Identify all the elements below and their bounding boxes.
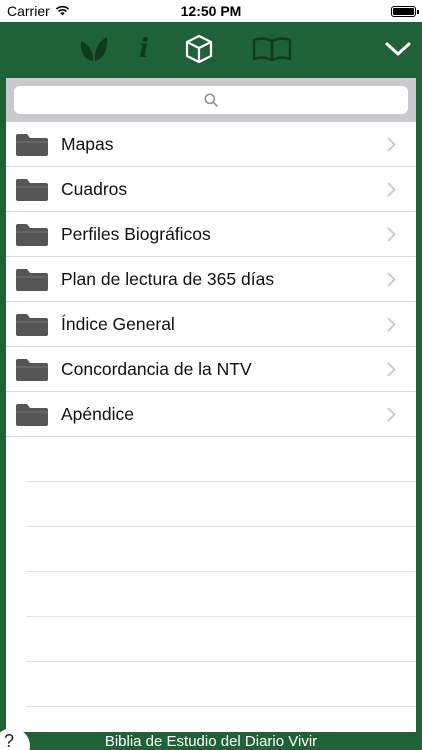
list-item-label: Cuadros <box>61 178 128 199</box>
search-icon <box>204 93 218 107</box>
status-right <box>391 5 419 17</box>
folder-icon <box>15 133 49 157</box>
battery-fill <box>393 7 414 15</box>
list-item[interactable]: Perfiles Biográficos <box>6 212 416 257</box>
list-item-label: Concordancia de la NTV <box>61 358 252 379</box>
list-item[interactable]: Índice General <box>6 302 416 347</box>
book-button[interactable] <box>251 32 293 66</box>
status-bar: Carrier 12:50 PM <box>0 0 422 22</box>
book-icon <box>252 37 292 62</box>
folder-icon <box>15 178 49 202</box>
toolbar: i <box>0 22 422 78</box>
list-item-label: Apéndice <box>61 403 134 424</box>
info-icon: i <box>139 34 149 64</box>
leaf-button[interactable] <box>78 32 110 66</box>
search-input[interactable] <box>14 86 408 114</box>
chevron-right-icon <box>387 227 396 242</box>
list-item[interactable]: Cuadros <box>6 167 416 212</box>
list-item-label: Índice General <box>61 313 175 334</box>
empty-row <box>26 572 416 617</box>
empty-row <box>26 662 416 707</box>
category-list: Mapas Cuadros Perfiles Biográficos Plan de … <box>6 122 416 437</box>
carrier-label: Carrier <box>7 3 50 19</box>
folder-icon <box>15 223 49 247</box>
empty-row <box>26 617 416 662</box>
search-bar <box>6 78 416 122</box>
wifi-icon <box>55 3 70 19</box>
chevron-right-icon <box>387 182 396 197</box>
app-frame: i Mapas Cuadros Perfiles Biográficos Pla… <box>0 22 422 750</box>
list-item-label: Plan de lectura de 365 días <box>61 268 275 289</box>
list-item[interactable]: Apéndice <box>6 392 416 437</box>
folder-icon <box>15 313 49 337</box>
folder-icon <box>15 358 49 382</box>
folder-icon <box>15 268 49 292</box>
leaf-icon <box>80 37 108 61</box>
empty-row <box>26 527 416 572</box>
help-label: ? <box>3 731 14 750</box>
chevron-right-icon <box>387 317 396 332</box>
empty-row <box>26 707 416 732</box>
chevron-down-icon <box>385 42 411 56</box>
collapse-button[interactable] <box>383 32 413 66</box>
list-item[interactable]: Concordancia de la NTV <box>6 347 416 392</box>
info-button[interactable]: i <box>132 32 156 66</box>
empty-row <box>26 437 416 482</box>
battery-icon <box>391 5 419 17</box>
list-item-label: Perfiles Biográficos <box>61 223 211 244</box>
empty-row <box>26 482 416 527</box>
chevron-right-icon <box>387 137 396 152</box>
footer-title: Biblia de Estudio del Diario Vivir <box>104 732 318 750</box>
list-item[interactable]: Plan de lectura de 365 días <box>6 257 416 302</box>
cube-button[interactable] <box>183 32 215 66</box>
content-panel: Mapas Cuadros Perfiles Biográficos Plan de … <box>6 78 416 732</box>
list-item-label: Mapas <box>61 133 114 154</box>
chevron-right-icon <box>387 272 396 287</box>
folder-icon <box>15 403 49 427</box>
chevron-right-icon <box>387 362 396 377</box>
status-left: Carrier <box>7 3 70 19</box>
chevron-right-icon <box>387 407 396 422</box>
cube-icon <box>185 34 213 64</box>
empty-list-area <box>6 437 416 732</box>
list-item[interactable]: Mapas <box>6 122 416 167</box>
